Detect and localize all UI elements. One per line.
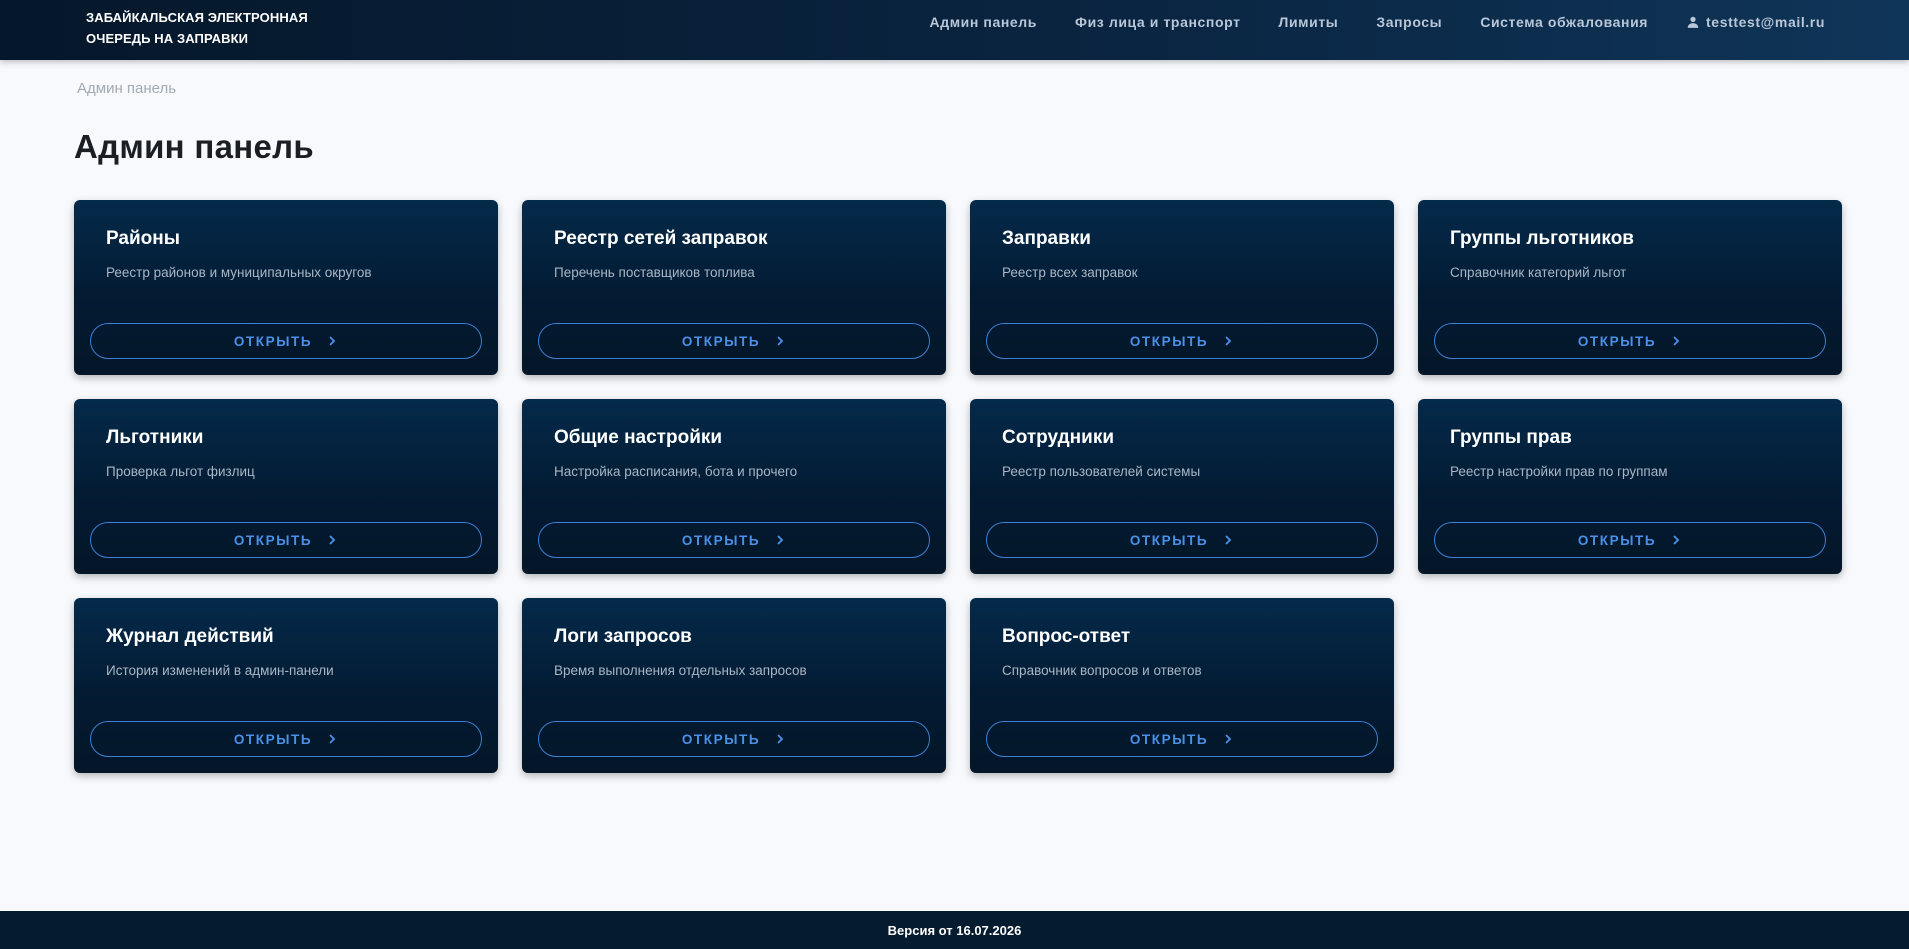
card-title: Вопрос-ответ: [1002, 626, 1131, 647]
chevron-right-icon: [777, 535, 784, 545]
open-button-label: ОТКРЫТЬ: [1129, 731, 1209, 747]
open-button[interactable]: ОТКРЫТЬ: [538, 323, 930, 359]
card-description: Проверка льгот физлиц: [106, 464, 255, 479]
card-title: Группы прав: [1450, 427, 1572, 448]
brand-line-2: ОЧЕРЕДЬ НА ЗАПРАВКИ: [86, 31, 249, 46]
chevron-right-icon: [329, 535, 336, 545]
open-button-label: ОТКРЫТЬ: [1129, 532, 1209, 548]
nav-appeals[interactable]: Система обжалования: [1480, 14, 1648, 30]
card-title: Районы: [106, 228, 180, 249]
footer: Версия от 16.07.2026: [0, 911, 1909, 949]
breadcrumb[interactable]: Админ панель: [77, 80, 176, 97]
card-beneficiaries: Льготники Проверка льгот физлиц ОТКРЫТЬ: [74, 399, 498, 574]
chevron-right-icon: [329, 734, 336, 744]
card-description: Справочник вопросов и ответов: [1002, 663, 1202, 678]
card-title: Общие настройки: [554, 427, 723, 448]
user-icon: [1687, 16, 1699, 28]
user-email: testtest@mail.ru: [1706, 14, 1825, 30]
open-button[interactable]: ОТКРЫТЬ: [90, 323, 482, 359]
card-benefit-groups: Группы льготников Справочник категорий л…: [1418, 200, 1842, 375]
open-button-label: ОТКРЫТЬ: [233, 532, 313, 548]
open-button[interactable]: ОТКРЫТЬ: [538, 721, 930, 757]
open-button[interactable]: ОТКРЫТЬ: [1434, 323, 1826, 359]
open-button[interactable]: ОТКРЫТЬ: [90, 721, 482, 757]
card-description: Справочник категорий льгот: [1450, 265, 1627, 280]
chevron-right-icon: [1673, 336, 1680, 346]
admin-cards-grid: Районы Реестр районов и муниципальных ок…: [74, 200, 1842, 773]
card-districts: Районы Реестр районов и муниципальных ок…: [74, 200, 498, 375]
card-request-logs: Логи запросов Время выполнения отдельных…: [522, 598, 946, 773]
chevron-right-icon: [1673, 535, 1680, 545]
open-button-label: ОТКРЫТЬ: [1577, 333, 1657, 349]
nav-persons-transport[interactable]: Физ лица и транспорт: [1075, 14, 1241, 30]
user-menu[interactable]: testtest@mail.ru: [1686, 14, 1825, 30]
card-description: Реестр пользователей системы: [1002, 464, 1201, 479]
card-title: Группы льготников: [1450, 228, 1634, 249]
open-button[interactable]: ОТКРЫТЬ: [986, 721, 1378, 757]
chevron-right-icon: [1225, 734, 1232, 744]
card-title: Льготники: [106, 427, 204, 448]
chevron-right-icon: [329, 336, 336, 346]
nav-requests[interactable]: Запросы: [1376, 14, 1442, 30]
chevron-right-icon: [777, 734, 784, 744]
open-button-label: ОТКРЫТЬ: [1129, 333, 1209, 349]
card-description: История изменений в админ-панели: [106, 663, 334, 678]
open-button[interactable]: ОТКРЫТЬ: [1434, 522, 1826, 558]
open-button-label: ОТКРЫТЬ: [681, 532, 761, 548]
open-button-label: ОТКРЫТЬ: [1577, 532, 1657, 548]
version-text: Версия от 16.07.2026: [887, 922, 1022, 938]
card-title: Реестр сетей заправок: [554, 228, 768, 249]
open-button[interactable]: ОТКРЫТЬ: [538, 522, 930, 558]
brand-logo-text[interactable]: ЗАБАЙКАЛЬСКАЯ ЭЛЕКТРОННАЯ ОЧЕРЕДЬ НА ЗАП…: [86, 7, 308, 49]
brand-line-1: ЗАБАЙКАЛЬСКАЯ ЭЛЕКТРОННАЯ: [86, 10, 308, 25]
card-description: Время выполнения отдельных запросов: [554, 663, 807, 678]
card-title: Логи запросов: [554, 626, 692, 647]
page-title: Админ панель: [74, 128, 314, 165]
card-description: Реестр всех заправок: [1002, 265, 1138, 280]
card-description: Настройка расписания, бота и прочего: [554, 464, 798, 479]
card-title: Журнал действий: [106, 626, 274, 647]
card-description: Реестр районов и муниципальных округов: [106, 265, 372, 280]
card-permission-groups: Группы прав Реестр настройки прав по гру…: [1418, 399, 1842, 574]
open-button-label: ОТКРЫТЬ: [233, 333, 313, 349]
card-faq: Вопрос-ответ Справочник вопросов и ответ…: [970, 598, 1394, 773]
card-description: Перечень поставщиков топлива: [554, 265, 755, 280]
open-button-label: ОТКРЫТЬ: [681, 731, 761, 747]
top-navbar: ЗАБАЙКАЛЬСКАЯ ЭЛЕКТРОННАЯ ОЧЕРЕДЬ НА ЗАП…: [0, 0, 1909, 60]
nav-admin-panel[interactable]: Админ панель: [930, 14, 1038, 30]
open-button[interactable]: ОТКРЫТЬ: [986, 323, 1378, 359]
open-button[interactable]: ОТКРЫТЬ: [90, 522, 482, 558]
card-employees: Сотрудники Реестр пользователей системы …: [970, 399, 1394, 574]
chevron-right-icon: [1225, 336, 1232, 346]
card-action-log: Журнал действий История изменений в адми…: [74, 598, 498, 773]
open-button-label: ОТКРЫТЬ: [233, 731, 313, 747]
open-button[interactable]: ОТКРЫТЬ: [986, 522, 1378, 558]
card-description: Реестр настройки прав по группам: [1450, 464, 1668, 479]
nav-limits[interactable]: Лимиты: [1279, 14, 1339, 30]
card-title: Сотрудники: [1002, 427, 1115, 448]
open-button-label: ОТКРЫТЬ: [681, 333, 761, 349]
chevron-right-icon: [1225, 535, 1232, 545]
card-gas-stations: Заправки Реестр всех заправок ОТКРЫТЬ: [970, 200, 1394, 375]
card-general-settings: Общие настройки Настройка расписания, бо…: [522, 399, 946, 574]
card-fuel-networks: Реестр сетей заправок Перечень поставщик…: [522, 200, 946, 375]
card-title: Заправки: [1002, 228, 1091, 249]
chevron-right-icon: [777, 336, 784, 346]
main-nav: Админ панель Физ лица и транспорт Лимиты…: [930, 0, 1825, 44]
